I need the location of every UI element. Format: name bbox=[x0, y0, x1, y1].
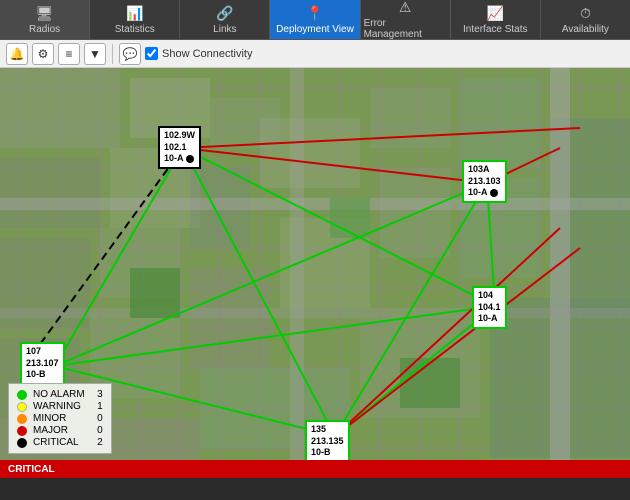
filter-button[interactable]: ▼ bbox=[84, 43, 106, 65]
interface-icon: 📈 bbox=[487, 5, 504, 22]
separator-1 bbox=[112, 44, 113, 64]
search-button[interactable]: 💬 bbox=[119, 43, 141, 65]
no-alarm-label: NO ALARM bbox=[33, 389, 85, 400]
deployment-icon: 📍 bbox=[306, 5, 323, 22]
top-navigation: 🖥 Radios 📊 Statistics 🔗 Links 📍 Deployme… bbox=[0, 0, 630, 40]
node-3-label[interactable]: 104104.110-A bbox=[472, 286, 507, 329]
no-alarm-count: 3 bbox=[91, 389, 103, 400]
links-icon: 🔗 bbox=[216, 5, 233, 22]
major-count: 0 bbox=[91, 425, 103, 436]
nav-interface-label: Interface Stats bbox=[463, 24, 527, 35]
legend-minor: MINOR 0 bbox=[17, 413, 103, 424]
nav-deployment-label: Deployment View bbox=[276, 24, 354, 35]
legend-major: MAJOR 0 bbox=[17, 425, 103, 436]
node-4-label[interactable]: 107213.10710-B bbox=[20, 342, 65, 385]
nav-error-management[interactable]: ⚠ Error Management bbox=[361, 0, 451, 39]
show-connectivity-control[interactable]: Show Connectivity bbox=[145, 47, 253, 60]
nav-deployment-view[interactable]: 📍 Deployment View bbox=[270, 0, 360, 39]
show-connectivity-label: Show Connectivity bbox=[162, 48, 253, 60]
nav-interface-stats[interactable]: 📈 Interface Stats bbox=[451, 0, 541, 39]
major-label: MAJOR bbox=[33, 425, 68, 436]
node-2-label[interactable]: 103A213.10310-A bbox=[462, 160, 507, 203]
minor-count: 0 bbox=[91, 413, 103, 424]
legend-warning: WARNING 1 bbox=[17, 401, 103, 412]
nav-links[interactable]: 🔗 Links bbox=[180, 0, 270, 39]
map-container[interactable]: 102.9W102.110-A 103A213.10310-A 104104.1… bbox=[0, 68, 630, 460]
settings-button[interactable]: ⚙ bbox=[32, 43, 54, 65]
show-connectivity-checkbox[interactable] bbox=[145, 47, 158, 60]
minor-label: MINOR bbox=[33, 413, 66, 424]
statistics-icon: 📊 bbox=[126, 5, 143, 22]
no-alarm-dot bbox=[17, 390, 27, 400]
critical-label: CRITICAL bbox=[33, 437, 79, 448]
nav-links-label: Links bbox=[213, 24, 236, 35]
nav-statistics[interactable]: 📊 Statistics bbox=[90, 0, 180, 39]
status-bar: CRITICAL bbox=[0, 460, 630, 478]
critical-dot bbox=[17, 438, 27, 448]
minor-dot bbox=[17, 414, 27, 424]
nav-error-label: Error Management bbox=[364, 18, 447, 40]
error-icon: ⚠ bbox=[399, 0, 412, 16]
radios-icon: 🖥 bbox=[36, 5, 54, 22]
legend-no-alarm: NO ALARM 3 bbox=[17, 389, 103, 400]
critical-count: 2 bbox=[91, 437, 103, 448]
status-text: CRITICAL bbox=[8, 464, 55, 475]
warning-dot bbox=[17, 402, 27, 412]
warning-count: 1 bbox=[91, 401, 103, 412]
node-5-label[interactable]: 135213.13510-B bbox=[305, 420, 350, 460]
legend-critical: CRITICAL 2 bbox=[17, 437, 103, 448]
node-1-label[interactable]: 102.9W102.110-A bbox=[158, 126, 201, 169]
nav-availability-label: Availability bbox=[562, 24, 609, 35]
map-legend: NO ALARM 3 WARNING 1 MINOR 0 MAJOR 0 CRI… bbox=[8, 383, 112, 454]
availability-icon: ⏱ bbox=[580, 5, 591, 22]
major-dot bbox=[17, 426, 27, 436]
bell-button[interactable]: 🔔 bbox=[6, 43, 28, 65]
nav-availability[interactable]: ⏱ Availability bbox=[541, 0, 630, 39]
map-toolbar: 🔔 ⚙ ≡ ▼ 💬 Show Connectivity bbox=[0, 40, 630, 68]
nav-radios[interactable]: 🖥 Radios bbox=[0, 0, 90, 39]
nav-statistics-label: Statistics bbox=[115, 24, 155, 35]
list-button[interactable]: ≡ bbox=[58, 43, 80, 65]
warning-label: WARNING bbox=[33, 401, 81, 412]
nav-radios-label: Radios bbox=[29, 24, 60, 35]
